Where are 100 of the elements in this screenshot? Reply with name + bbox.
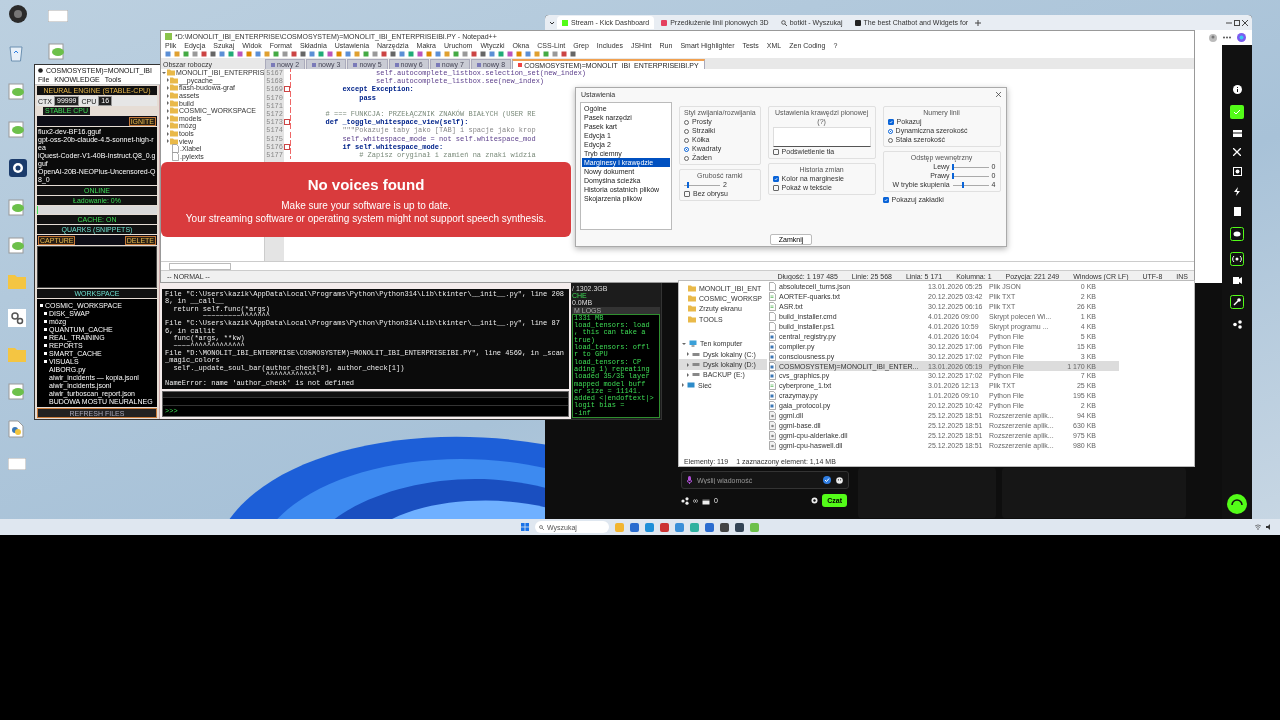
checkbox[interactable]: [684, 191, 690, 197]
gift-icon: [702, 496, 710, 505]
recycle-bin-icon: [8, 44, 24, 62]
caret-icon[interactable]: [687, 362, 689, 367]
slider-thumb[interactable]: [951, 164, 954, 170]
caret-icon[interactable]: [167, 86, 169, 90]
fold-marker-icon[interactable]: [284, 86, 290, 93]
file-tab-icon: [353, 62, 358, 67]
camera-lens-icon: [8, 4, 28, 24]
folder-icon: [8, 347, 26, 362]
command-field[interactable]: [169, 262, 231, 270]
chat-bubble-icon[interactable]: [1230, 227, 1244, 241]
caret-icon[interactable]: [682, 383, 684, 388]
site-icon: [780, 19, 787, 26]
more-icon[interactable]: [1223, 36, 1231, 39]
text-file-icon: [769, 381, 776, 391]
app-icon: [38, 67, 43, 73]
caret-icon[interactable]: [167, 116, 169, 121]
close-icon[interactable]: [1242, 19, 1248, 26]
tab-list-icon[interactable]: [549, 19, 555, 26]
notepad-icon: [48, 42, 66, 60]
notepad-icon: [8, 198, 26, 216]
fold-marker-icon[interactable]: [284, 119, 290, 126]
folder-icon: [8, 274, 26, 289]
checkbox[interactable]: [772, 149, 779, 155]
site-icon: [854, 19, 861, 26]
speaker-icon[interactable]: [1266, 524, 1272, 530]
caret-icon[interactable]: [687, 352, 689, 357]
toast-message: Your streaming software or operating system might not support speech synthesis.: [185, 212, 547, 224]
caret-icon[interactable]: [167, 101, 169, 106]
assistant-icon[interactable]: [1237, 33, 1246, 42]
radio-button[interactable]: [887, 128, 893, 134]
checkbox[interactable]: [882, 197, 889, 203]
caret-icon[interactable]: [167, 108, 169, 113]
wrench-icon[interactable]: [1230, 295, 1244, 309]
capture-icon[interactable]: [1232, 167, 1242, 176]
document-icon: [48, 10, 68, 22]
notepad-icon: [8, 236, 26, 254]
checkbox[interactable]: [887, 119, 894, 125]
notepad-icon: [8, 82, 26, 100]
profile-icon[interactable]: [1209, 33, 1217, 42]
python-file-icon: [8, 420, 24, 438]
slider-thumb[interactable]: [686, 182, 689, 188]
lightning-icon[interactable]: [1234, 187, 1240, 196]
smiley-icon[interactable]: [836, 476, 843, 484]
checkbox[interactable]: [772, 176, 779, 182]
maximize-icon[interactable]: [1234, 19, 1240, 26]
file-tab-icon: [518, 63, 523, 67]
verified-badge-icon: [823, 476, 831, 484]
gear-icon: [8, 309, 26, 327]
site-icon: [562, 19, 568, 26]
notepad-icon: [165, 32, 172, 40]
share-dots-icon: [681, 496, 689, 505]
microphone-icon: [687, 476, 692, 484]
note-icon[interactable]: [1233, 207, 1241, 216]
broadcast-icon[interactable]: [1230, 252, 1244, 266]
notepad-icon: [8, 120, 26, 138]
new-tab-icon[interactable]: [975, 19, 982, 26]
folder-bullet-icon: [44, 327, 47, 331]
file-tab-icon: [394, 62, 399, 67]
notepad-icon: [8, 382, 26, 400]
support-button-icon[interactable]: [1227, 494, 1247, 514]
network-icon: [687, 381, 695, 389]
slider-thumb[interactable]: [962, 182, 965, 188]
computer-icon: [689, 340, 697, 348]
caret-icon[interactable]: [162, 71, 166, 74]
fold-marker-icon[interactable]: [284, 143, 290, 150]
check-button-icon[interactable]: [1230, 105, 1244, 119]
caret-icon[interactable]: [167, 139, 169, 144]
document-icon: [8, 458, 26, 470]
caret-icon[interactable]: [167, 93, 169, 98]
file-tab-icon: [476, 62, 481, 67]
wifi-icon[interactable]: [1255, 524, 1261, 530]
info-icon[interactable]: [1232, 85, 1242, 94]
card-icon[interactable]: [1232, 130, 1242, 137]
folder-bullet-icon: [44, 335, 47, 339]
checkbox[interactable]: [772, 185, 779, 191]
caret-icon[interactable]: [687, 372, 689, 377]
file-tab-icon: [435, 62, 440, 67]
file-tab-icon: [271, 62, 275, 67]
caret-icon[interactable]: [682, 342, 686, 345]
share-dots-icon[interactable]: [1232, 320, 1242, 329]
camera-icon[interactable]: [1232, 277, 1242, 284]
webcam-icon: [8, 158, 28, 178]
caret-icon[interactable]: [167, 78, 169, 83]
search-icon: [539, 524, 544, 530]
settings-icon[interactable]: [811, 497, 819, 504]
toast-title: No voices found: [307, 175, 425, 193]
slider-thumb[interactable]: [951, 173, 954, 179]
folder-bullet-icon: [44, 343, 47, 347]
caret-icon[interactable]: [167, 123, 169, 128]
radio-button[interactable]: [684, 146, 689, 152]
edge-field[interactable]: [772, 127, 871, 147]
folder-bullet-icon: [44, 351, 47, 355]
folder-bullet-icon: [44, 311, 47, 315]
site-icon: [661, 19, 668, 26]
start-icon[interactable]: [521, 523, 529, 531]
toast-message: Make sure your software is up to date.: [281, 199, 451, 211]
folder-bullet-icon: [40, 303, 43, 307]
caret-icon[interactable]: [167, 131, 169, 136]
